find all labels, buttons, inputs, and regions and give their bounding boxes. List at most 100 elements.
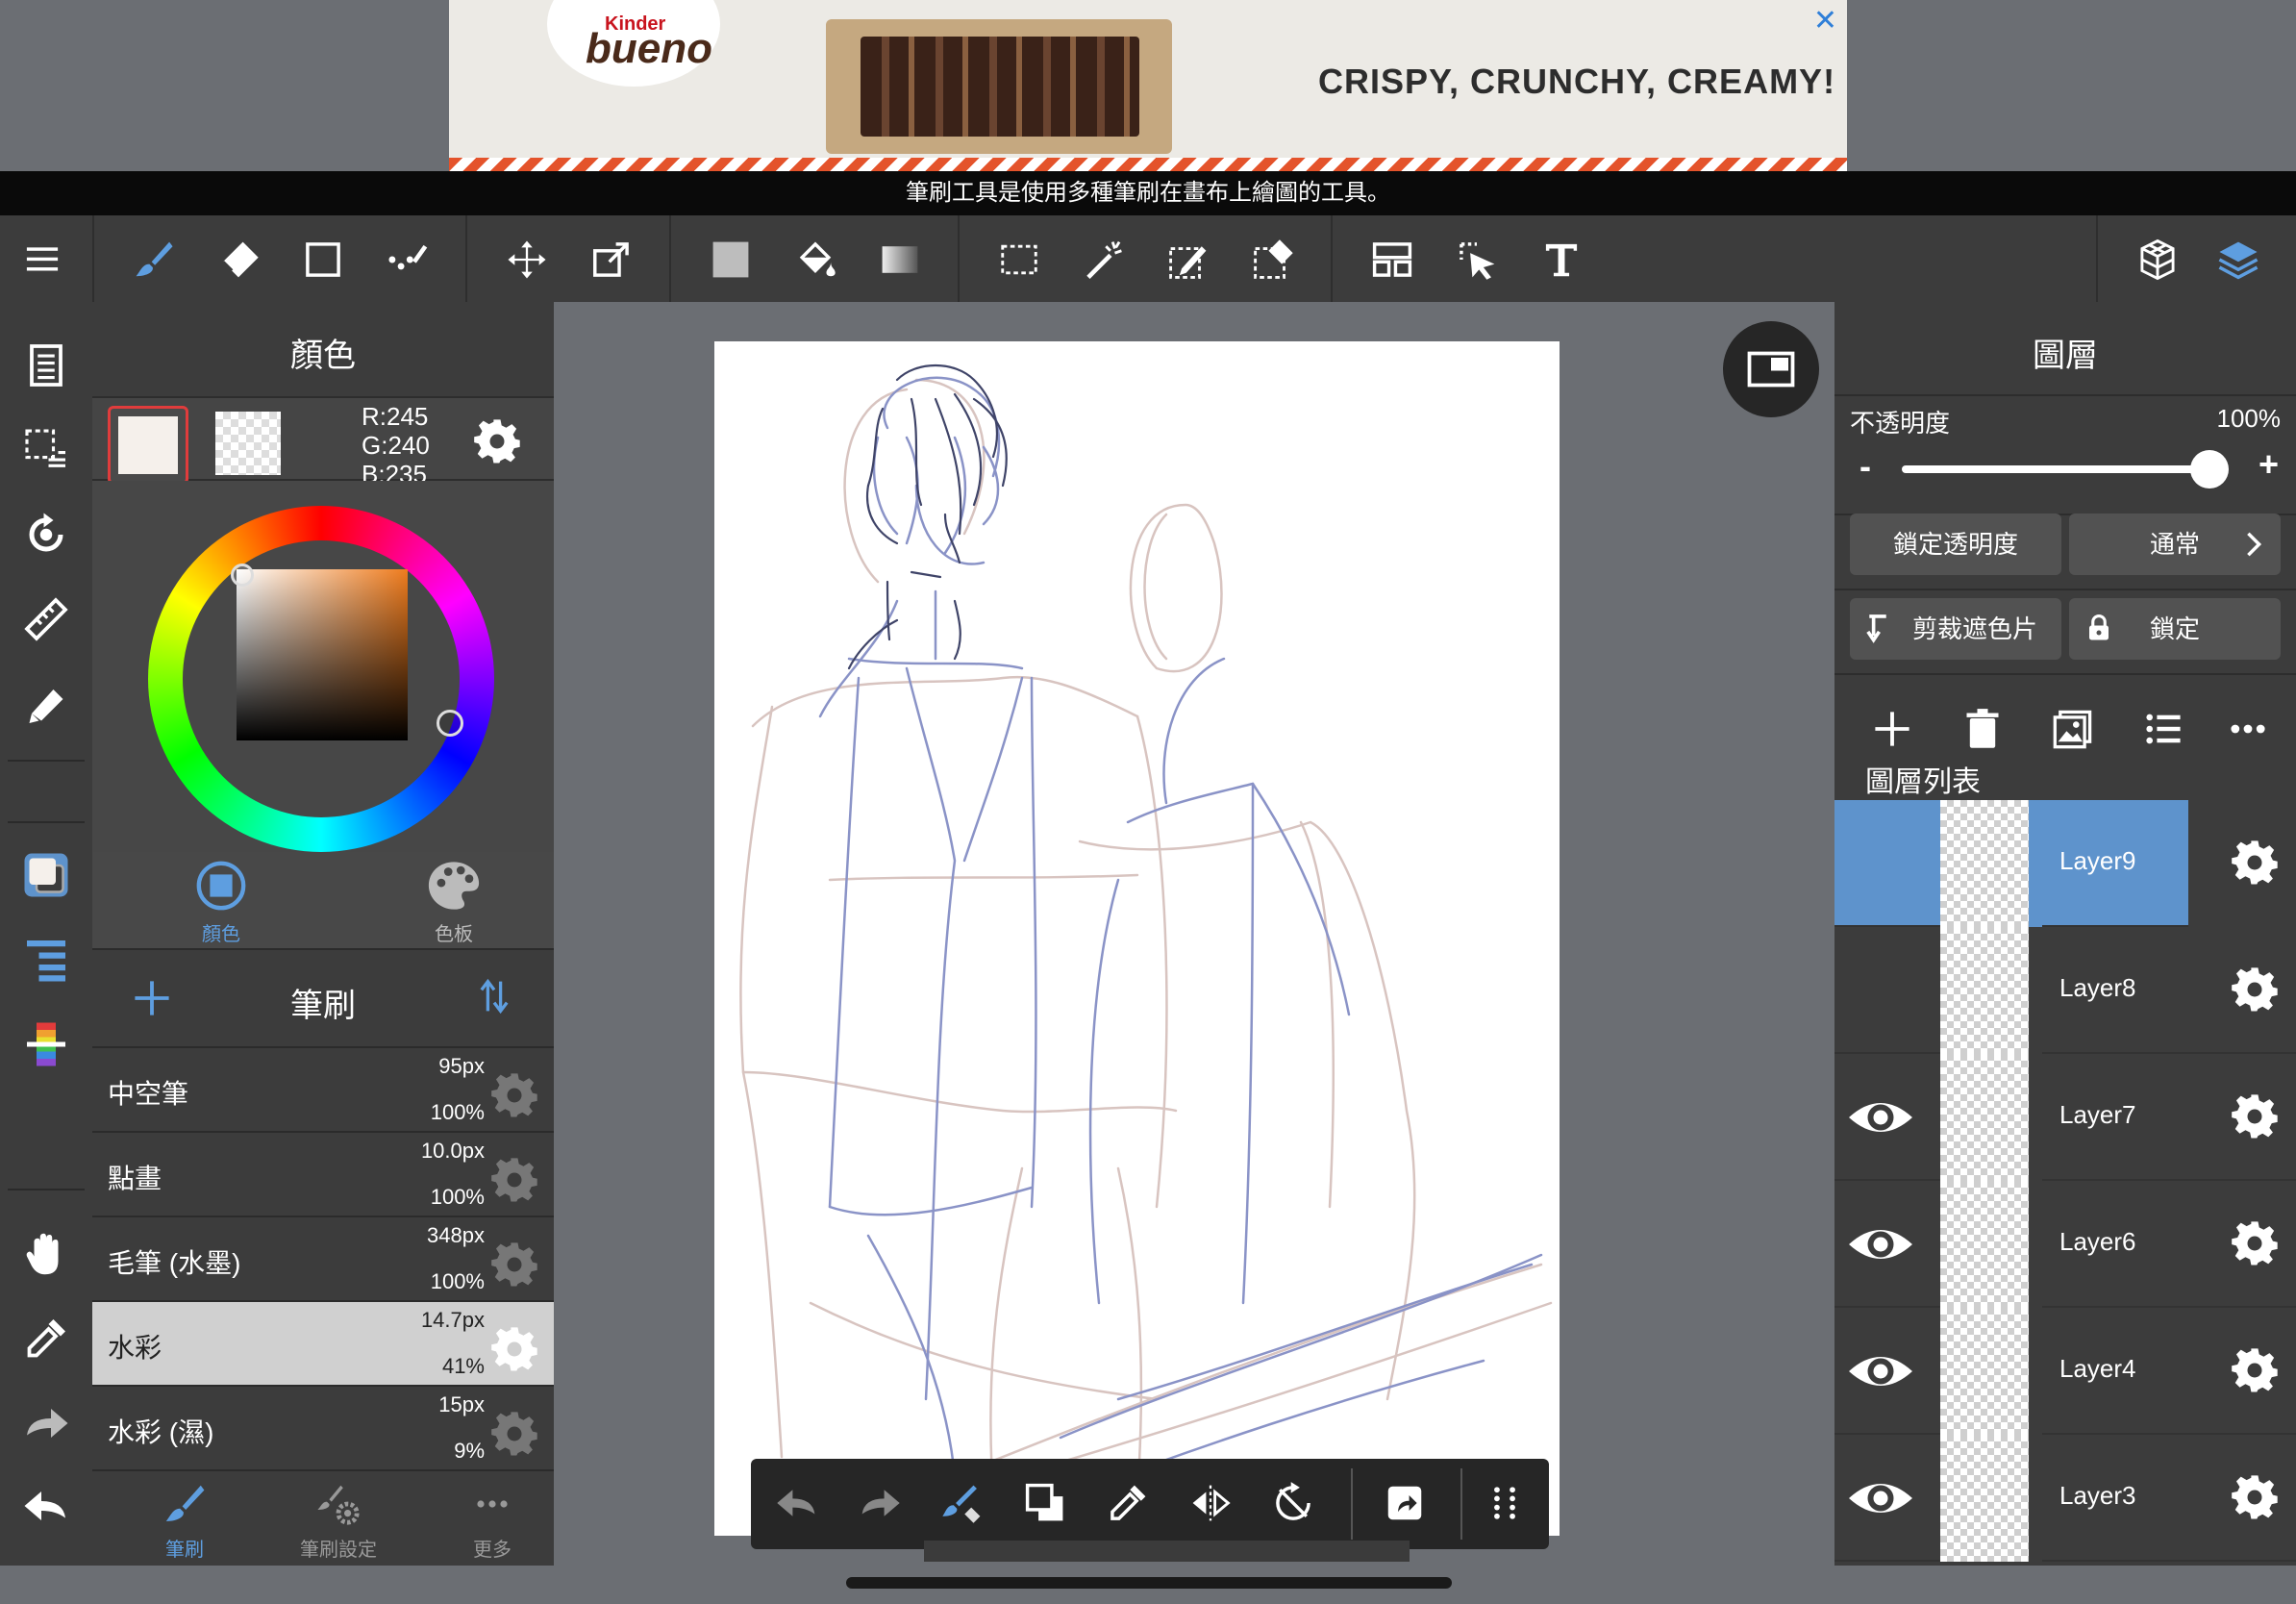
gradient-icon[interactable] bbox=[873, 233, 927, 287]
tab-palette[interactable]: 色板 bbox=[377, 858, 531, 946]
brush-row[interactable]: 點畫 10.0px 100% bbox=[92, 1131, 554, 1216]
brush-row[interactable]: 水彩 14.7px 41% bbox=[92, 1300, 554, 1385]
brush-settings-gear-icon[interactable] bbox=[490, 1410, 538, 1463]
opacity-plus-button[interactable]: + bbox=[2259, 444, 2279, 485]
eye-icon[interactable] bbox=[1846, 1216, 1915, 1273]
quick-brush-eraser-toggle-icon[interactable] bbox=[936, 1476, 989, 1530]
menu-icon[interactable] bbox=[15, 233, 69, 287]
brush-row[interactable]: 毛筆 (水墨) 348px 100% bbox=[92, 1216, 554, 1300]
ad-banner[interactable]: Kinder bueno CRISPY, CRUNCHY, CREAMY! ✕ bbox=[449, 0, 1847, 171]
import-image-icon[interactable] bbox=[2046, 702, 2100, 756]
rotate-canvas-icon[interactable] bbox=[17, 506, 75, 564]
rectangle-icon[interactable] bbox=[296, 233, 350, 287]
quick-undo-icon[interactable] bbox=[770, 1476, 824, 1530]
layers-icon[interactable] bbox=[2211, 233, 2265, 287]
clipping-mask-button[interactable]: 剪裁遮色片 bbox=[1850, 598, 2061, 660]
ruler-icon[interactable] bbox=[17, 590, 75, 648]
select-icon[interactable] bbox=[992, 233, 1046, 287]
tab-brush-settings[interactable]: 筆刷設定 bbox=[262, 1481, 415, 1562]
eye-icon[interactable] bbox=[1846, 1342, 1915, 1400]
brush-settings-gear-icon[interactable] bbox=[490, 1156, 538, 1209]
secondary-color-swatch[interactable] bbox=[215, 412, 281, 475]
brush-list-icon[interactable] bbox=[17, 931, 75, 989]
brush-settings-gear-icon[interactable] bbox=[490, 1241, 538, 1293]
redo-icon[interactable] bbox=[17, 1394, 75, 1452]
transform-icon[interactable] bbox=[585, 233, 638, 287]
layer-settings-gear-icon[interactable] bbox=[2231, 965, 2279, 1018]
quick-grid-menu-icon[interactable] bbox=[1478, 1476, 1532, 1530]
sort-brush-icon[interactable] bbox=[473, 975, 515, 1022]
layer-name: Layer7 bbox=[2059, 1100, 2136, 1129]
eye-icon[interactable] bbox=[1846, 1089, 1915, 1146]
layer-settings-gear-icon[interactable] bbox=[2231, 839, 2279, 891]
quick-share-icon[interactable] bbox=[1378, 1476, 1432, 1530]
canvas-menu-icon[interactable] bbox=[17, 337, 75, 394]
layer-row[interactable]: Layer3 bbox=[1834, 1435, 2296, 1562]
tab-color[interactable]: 顏色 bbox=[144, 858, 298, 946]
sv-picker-knob[interactable] bbox=[231, 564, 254, 587]
layer-row[interactable]: Layer9 bbox=[1834, 800, 2296, 927]
select-pointer-icon[interactable] bbox=[1450, 233, 1504, 287]
brush-icon[interactable] bbox=[127, 233, 181, 287]
reference-view-button[interactable] bbox=[1723, 321, 1819, 417]
tab-brush[interactable]: 筆刷 bbox=[108, 1481, 262, 1562]
lock-layer-button[interactable]: 鎖定 bbox=[2069, 598, 2281, 660]
add-layer-icon[interactable] bbox=[1865, 702, 1919, 756]
layer-split-icon[interactable] bbox=[1365, 233, 1419, 287]
magic-wand-icon[interactable] bbox=[1077, 233, 1131, 287]
select-pen-icon[interactable] bbox=[1161, 233, 1215, 287]
quick-reset-rotation-icon[interactable] bbox=[1266, 1476, 1320, 1530]
3d-cube-icon[interactable] bbox=[2131, 233, 2184, 287]
brush-settings-gear-icon[interactable] bbox=[490, 1071, 538, 1124]
dotted-stroke-icon[interactable] bbox=[381, 233, 435, 287]
drawing-canvas[interactable] bbox=[714, 341, 1560, 1536]
opacity-slider-knob[interactable] bbox=[2190, 450, 2229, 489]
brush-row[interactable]: 水彩 (濕) 15px 9% bbox=[92, 1385, 554, 1469]
opacity-minus-button[interactable]: - bbox=[1859, 446, 1871, 487]
quick-color-toggle-icon[interactable] bbox=[1018, 1476, 1072, 1530]
layer-row[interactable]: Layer4 bbox=[1834, 1308, 2296, 1435]
layer-settings-gear-icon[interactable] bbox=[2231, 1092, 2279, 1145]
lock-alpha-button[interactable]: 鎖定透明度 bbox=[1850, 514, 2061, 575]
hue-picker-knob[interactable] bbox=[437, 710, 463, 737]
opacity-slider[interactable] bbox=[1902, 465, 2209, 473]
ad-close-button[interactable]: ✕ bbox=[1813, 4, 1837, 38]
layer-row[interactable]: Layer6 bbox=[1834, 1181, 2296, 1308]
selection-layer-icon[interactable] bbox=[17, 421, 75, 479]
undo-icon[interactable] bbox=[17, 1477, 75, 1535]
blend-mode-button[interactable]: 通常 bbox=[2069, 514, 2281, 575]
eye-hidden-toggle[interactable] bbox=[1846, 835, 1915, 892]
pen-assist-icon[interactable] bbox=[17, 675, 75, 733]
eye-icon[interactable] bbox=[1846, 1469, 1915, 1527]
text-icon[interactable] bbox=[1535, 233, 1588, 287]
layer-settings-gear-icon[interactable] bbox=[2231, 1473, 2279, 1526]
layer-list-icon[interactable] bbox=[2136, 702, 2190, 756]
color-settings-gear-icon[interactable] bbox=[473, 417, 521, 470]
delete-layer-icon[interactable] bbox=[1956, 702, 2009, 756]
main-color-swatch[interactable] bbox=[108, 406, 188, 485]
layer-settings-gear-icon[interactable] bbox=[2231, 1346, 2279, 1399]
select-eraser-icon[interactable] bbox=[1246, 233, 1300, 287]
eyedropper-icon[interactable] bbox=[17, 1310, 75, 1367]
fill-color-icon[interactable] bbox=[704, 233, 758, 287]
quick-redo-icon[interactable] bbox=[853, 1476, 907, 1530]
brush-row[interactable]: 中空筆 95px 100% bbox=[92, 1046, 554, 1131]
opacity-label: 不透明度 bbox=[1850, 409, 1951, 438]
layer-settings-gear-icon[interactable] bbox=[2231, 1219, 2279, 1272]
layer-row[interactable]: Layer7 bbox=[1834, 1054, 2296, 1181]
quick-eyedropper-icon[interactable] bbox=[1101, 1476, 1155, 1530]
move-icon[interactable] bbox=[500, 233, 554, 287]
brush-settings-gear-icon[interactable] bbox=[490, 1325, 538, 1378]
layer-more-icon[interactable] bbox=[2221, 702, 2275, 756]
layer-row[interactable]: Layer8 bbox=[1834, 927, 2296, 1054]
bucket-icon[interactable] bbox=[788, 233, 842, 287]
quick-flip-icon[interactable] bbox=[1184, 1476, 1237, 1530]
saturation-value-square[interactable] bbox=[237, 569, 408, 740]
eraser-icon[interactable] bbox=[212, 233, 265, 287]
eye-hidden-toggle[interactable] bbox=[1846, 962, 1915, 1019]
color-bar-icon[interactable] bbox=[17, 1015, 75, 1073]
home-indicator[interactable] bbox=[846, 1577, 1452, 1589]
color-swatch-button[interactable] bbox=[17, 846, 75, 904]
tab-more[interactable]: 更多 bbox=[415, 1481, 569, 1562]
hand-icon[interactable] bbox=[17, 1225, 75, 1283]
